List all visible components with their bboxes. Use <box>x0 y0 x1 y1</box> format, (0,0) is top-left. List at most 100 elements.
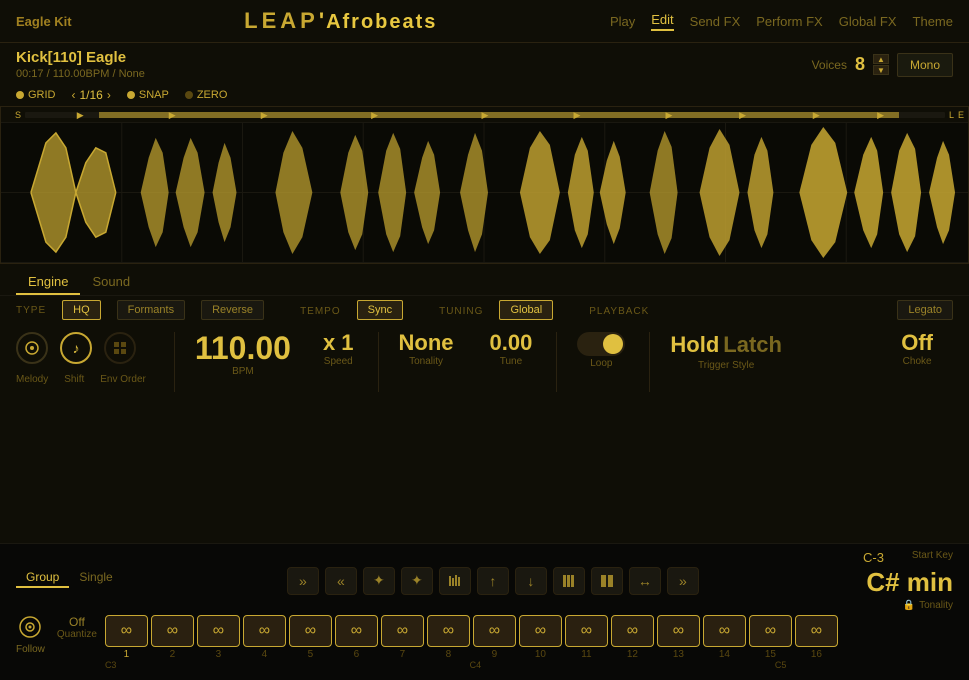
step-num-13: 13 <box>657 649 700 660</box>
loop-bar-top[interactable]: S ▶ ▶ ▶ ▶ ▶ ▶ ▶ ▶ ▶ ▶ L E <box>1 107 968 123</box>
loop-s-label: S <box>15 110 21 120</box>
step-15[interactable]: ∞ <box>749 615 792 647</box>
step-5[interactable]: ∞ <box>289 615 332 647</box>
tab-engine[interactable]: Engine <box>16 270 80 295</box>
nav-play[interactable]: Play <box>610 14 635 29</box>
loop-track[interactable]: ▶ ▶ ▶ ▶ ▶ ▶ ▶ ▶ ▶ ▶ <box>25 112 945 118</box>
svg-text:▶: ▶ <box>77 110 84 120</box>
melody-icon[interactable]: ♪ <box>60 332 92 364</box>
seq-pattern[interactable]: ✦ <box>363 567 395 595</box>
bpm-value: 110.00 <box>195 332 291 364</box>
seq-down-arrow[interactable]: ↓ <box>515 567 547 595</box>
engine-tab-bar: Engine Sound <box>0 264 969 296</box>
step-8[interactable]: ∞ <box>427 615 470 647</box>
tab-sound[interactable]: Sound <box>80 270 142 295</box>
sample-time: 00:17 <box>16 68 44 80</box>
legato-button[interactable]: Legato <box>897 300 953 320</box>
steps-buttons: ∞ ∞ ∞ ∞ ∞ ∞ ∞ ∞ ∞ ∞ ∞ ∞ ∞ ∞ ∞ ∞ <box>105 615 953 647</box>
seq-forward2[interactable]: » <box>667 567 699 595</box>
seq-cols[interactable] <box>553 567 585 595</box>
follow-icon[interactable] <box>18 615 42 644</box>
step-12[interactable]: ∞ <box>611 615 654 647</box>
tune-group: 0.00 Tune <box>490 332 533 367</box>
seq-pattern2[interactable]: ✦ <box>401 567 433 595</box>
group-tabs: Group Single <box>16 568 123 588</box>
target-icon[interactable] <box>16 332 48 364</box>
svg-text:▶: ▶ <box>666 110 673 120</box>
playback-section: PLAYBACK <box>589 303 881 317</box>
step-13[interactable]: ∞ <box>657 615 700 647</box>
key-info: C-3 Start Key <box>863 550 953 565</box>
svg-text:▶: ▶ <box>261 110 268 120</box>
voices-stepper[interactable]: ▲ ▼ <box>873 54 889 75</box>
global-button[interactable]: Global <box>499 300 553 320</box>
tune-label: Tune <box>500 356 522 367</box>
svg-text:▶: ▶ <box>371 110 378 120</box>
main-controls: ♪ Melody Shift Env Order 110.00 <box>0 324 969 543</box>
tonality-label: 🔒 Tonality <box>903 600 953 611</box>
step-7[interactable]: ∞ <box>381 615 424 647</box>
voices-down[interactable]: ▼ <box>873 65 889 75</box>
seq-backward[interactable]: « <box>325 567 357 595</box>
step-3[interactable]: ∞ <box>197 615 240 647</box>
step-14[interactable]: ∞ <box>703 615 746 647</box>
quantize-value: Off <box>69 615 85 629</box>
loop-toggle[interactable] <box>577 332 625 356</box>
tab-single[interactable]: Single <box>69 568 122 588</box>
hq-button[interactable]: HQ <box>62 300 101 320</box>
latch-label[interactable]: Latch <box>723 332 782 358</box>
sample-tonality: None <box>119 68 145 80</box>
quantize-label: Quantize <box>57 629 97 640</box>
follow-group: Follow <box>16 615 45 655</box>
seq-forward[interactable]: » <box>287 567 319 595</box>
step-9[interactable]: ∞ <box>473 615 516 647</box>
nav-global-fx[interactable]: Global FX <box>839 14 897 29</box>
step-2[interactable]: ∞ <box>151 615 194 647</box>
step-num-10: 10 <box>519 649 562 660</box>
nav-edit[interactable]: Edit <box>651 12 673 31</box>
hold-label[interactable]: Hold <box>670 332 719 358</box>
reverse-button[interactable]: Reverse <box>201 300 264 320</box>
tab-group[interactable]: Group <box>16 568 69 588</box>
grid-icon[interactable] <box>104 332 136 364</box>
steps-container: ∞ ∞ ∞ ∞ ∞ ∞ ∞ ∞ ∞ ∞ ∞ ∞ ∞ ∞ ∞ ∞ <box>105 615 953 674</box>
hold-latch: Hold Latch <box>670 332 782 358</box>
snap-control: SNAP <box>127 89 169 101</box>
speed-value: x 1 <box>323 332 354 354</box>
seq-bars[interactable] <box>439 567 471 595</box>
formants-button[interactable]: Formants <box>117 300 185 320</box>
step-6[interactable]: ∞ <box>335 615 378 647</box>
waveform-display[interactable]: S L L E <box>1 123 968 263</box>
loop-arrows-svg: ▶ ▶ ▶ ▶ ▶ ▶ ▶ ▶ ▶ ▶ <box>25 107 945 123</box>
nav-theme[interactable]: Theme <box>913 14 953 29</box>
voices-up[interactable]: ▲ <box>873 54 889 64</box>
seq-up-arrow[interactable]: ↑ <box>477 567 509 595</box>
melody-group: ♪ Melody Shift Env Order <box>16 332 146 385</box>
svg-text:▶: ▶ <box>574 110 581 120</box>
seq-arrows[interactable]: ↔ <box>629 567 661 595</box>
quantize-group: Off Quantize <box>57 615 97 640</box>
step-10[interactable]: ∞ <box>519 615 562 647</box>
mono-button[interactable]: Mono <box>897 53 953 77</box>
tonality-text: Tonality <box>919 600 953 611</box>
nav-send-fx[interactable]: Send FX <box>690 14 741 29</box>
step-num-4: 4 <box>243 649 286 660</box>
step-16[interactable]: ∞ <box>795 615 838 647</box>
toggle-knob <box>603 334 623 354</box>
step-num-12: 12 <box>611 649 654 660</box>
grid-prev[interactable]: ‹ <box>72 88 76 102</box>
zero-label: ZERO <box>197 89 228 101</box>
step-11[interactable]: ∞ <box>565 615 608 647</box>
step-1[interactable]: ∞ <box>105 615 148 647</box>
sync-button[interactable]: Sync <box>357 300 403 320</box>
playback-label: PLAYBACK <box>589 306 649 317</box>
grid-next[interactable]: › <box>107 88 111 102</box>
nav-perform-fx[interactable]: Perform FX <box>756 14 822 29</box>
grid-nav: ‹ 1/16 › <box>72 88 111 102</box>
top-navigation: Eagle Kit LEAP'Afrobeats Play Edit Send … <box>0 0 969 43</box>
sample-details: Kick[110] Eagle 00:17 / 110.00BPM / None <box>16 49 145 80</box>
step-4[interactable]: ∞ <box>243 615 286 647</box>
sep1 <box>174 332 175 392</box>
seq-cols2[interactable] <box>591 567 623 595</box>
step-num-14: 14 <box>703 649 746 660</box>
